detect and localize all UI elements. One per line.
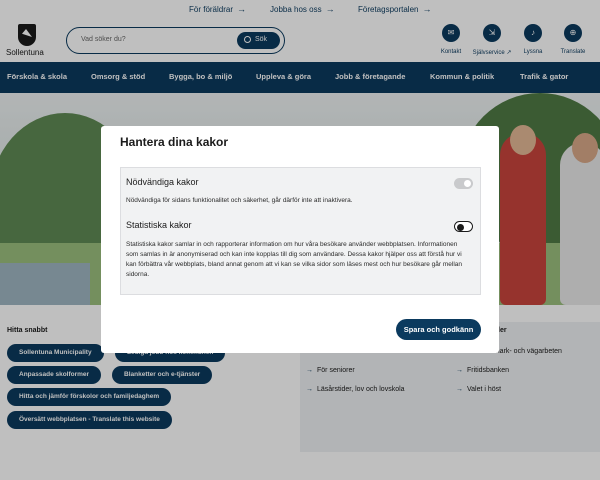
statistics-cookies-description: Statistiska kakor samlar in och rapporte… [126,241,463,278]
save-and-accept-button[interactable]: Spara och godkänn [396,319,481,340]
dialog-title: Hantera dina kakor [120,135,229,149]
necessary-cookies-toggle [454,178,473,189]
toggle-knob [464,180,471,187]
cookie-categories: Nödvändiga kakor Nödvändiga för sidans f… [120,167,481,295]
necessary-cookies-title: Nödvändiga kakor [126,177,199,187]
toggle-knob [457,223,464,231]
statistics-cookies-title: Statistiska kakor [126,220,192,230]
cookie-settings-dialog: Hantera dina kakor Nödvändiga kakor Nödv… [101,126,499,353]
statistics-cookies-toggle[interactable] [454,221,473,232]
necessary-cookies-description: Nödvändiga för sidans funktionalitet och… [126,197,353,204]
